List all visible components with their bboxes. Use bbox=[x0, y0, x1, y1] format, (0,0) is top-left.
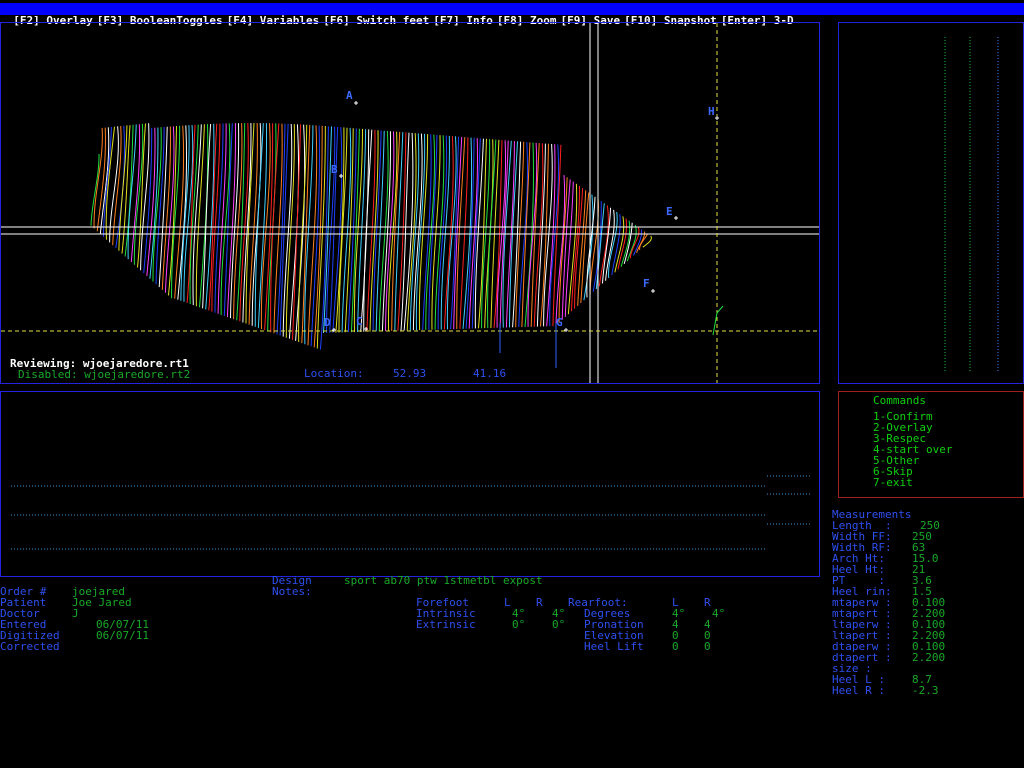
measurement-label: Heel R : bbox=[832, 684, 885, 697]
rearfoot-table: Rearfoot: L R Degrees 4° 4° Pronation 4 … bbox=[568, 597, 738, 653]
doctor-value: J bbox=[72, 607, 79, 620]
disabled-line: Disabled: wjoejaredore.rt2 bbox=[18, 369, 190, 380]
rearfoot-col-r: R bbox=[704, 596, 711, 609]
corrected-label: Corrected bbox=[0, 640, 60, 653]
side-view-plot bbox=[944, 37, 999, 373]
digitized-value: 06/07/11 bbox=[96, 629, 149, 642]
side-view-panel[interactable] bbox=[838, 22, 1024, 384]
scan-contour bbox=[633, 229, 643, 256]
point-label: G bbox=[556, 316, 563, 329]
extrinsic-label: Extrinsic bbox=[416, 618, 476, 631]
scan-contour bbox=[118, 125, 128, 251]
scan-view-panel[interactable]: ABEHFDCG Reviewing: wjoejaredore.rt1 Dis… bbox=[0, 22, 820, 384]
commands-title: Commands bbox=[873, 394, 926, 407]
heel-lift-r: 0 bbox=[704, 640, 711, 653]
location-x: 52.93 bbox=[393, 367, 427, 380]
order-info: Order # Patient Doctor Entered Digitized… bbox=[0, 586, 260, 656]
point-marker bbox=[339, 174, 343, 178]
point-marker bbox=[651, 289, 655, 293]
disabled-file: wjoejaredore.rt2 bbox=[84, 368, 191, 381]
scan-contour bbox=[285, 124, 295, 338]
point-marker bbox=[354, 101, 358, 105]
point-label: D bbox=[324, 316, 331, 329]
foot-scan-plot[interactable]: A B E H F D C G bbox=[1, 23, 819, 383]
scan-contour bbox=[636, 231, 646, 253]
measurement-value: -2.3 bbox=[912, 684, 939, 697]
scan-contour bbox=[102, 126, 112, 237]
profile-graph-plot bbox=[11, 475, 811, 550]
forefoot-col-r: R bbox=[536, 596, 543, 609]
scan-contour bbox=[257, 123, 268, 328]
measurement-value: 2.200 bbox=[912, 651, 946, 664]
patient-value: Joe Jared bbox=[72, 596, 132, 609]
scan-contour bbox=[583, 194, 594, 301]
scan-contour bbox=[459, 137, 469, 329]
design-value: sport ab70 ptw 1stmetbl expost bbox=[344, 574, 543, 587]
location-y: 41.16 bbox=[473, 367, 507, 380]
scan-contour bbox=[642, 235, 652, 248]
commands-panel: Commands 1-Confirm 2-Overlay 3-Respec 4-… bbox=[838, 391, 1024, 498]
command-exit[interactable]: 7-exit bbox=[873, 477, 913, 488]
extrinsic-l: 0° bbox=[512, 618, 526, 631]
point-marker bbox=[715, 116, 719, 120]
point-label: C bbox=[356, 315, 363, 328]
function-key-menu-bar: [F2] Overlay [F3] BooleanToggles [F4] Vari… bbox=[0, 3, 1024, 27]
scan-contour bbox=[186, 124, 196, 303]
disabled-label: Disabled: bbox=[18, 368, 78, 381]
point-label: E bbox=[666, 205, 673, 218]
scan-contour bbox=[202, 123, 212, 309]
forefoot-table: Forefoot L R Intrinsic 4° 4° Extrinsic 0… bbox=[416, 597, 566, 631]
point-label: B bbox=[331, 163, 338, 176]
forefoot-col-l: L bbox=[504, 596, 511, 609]
heel-lift-l: 0 bbox=[672, 640, 679, 653]
scan-contour bbox=[93, 127, 103, 229]
point-marker bbox=[674, 216, 678, 220]
notes-label: Notes: bbox=[272, 585, 312, 598]
profile-graph-panel[interactable] bbox=[0, 391, 820, 577]
scan-contour bbox=[90, 153, 100, 226]
extrinsic-r: 0° bbox=[552, 618, 566, 631]
point-label: A bbox=[346, 89, 353, 102]
heel-lift-label: Heel Lift bbox=[584, 640, 644, 653]
point-label: H bbox=[708, 105, 715, 118]
location-label: Location: bbox=[304, 367, 364, 380]
degrees-r: 4° bbox=[712, 607, 726, 620]
point-label: F bbox=[643, 277, 650, 290]
measurements-list: Measurements Length :250 Width FF: 250 Widt… bbox=[832, 509, 1022, 699]
